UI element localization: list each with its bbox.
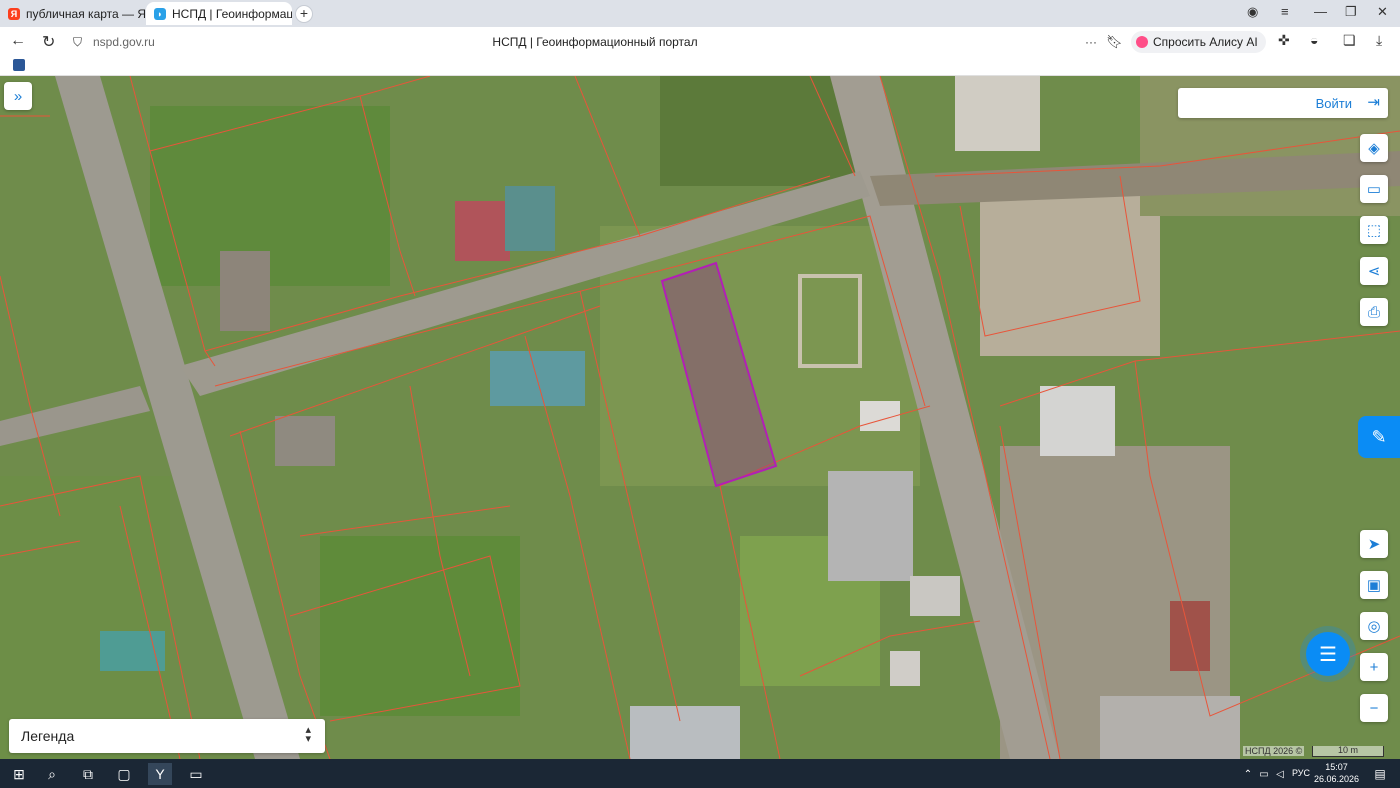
attribution: НСПД 2026 © [1243, 746, 1305, 756]
tab-label: НСПД | Геоинформационный портал [172, 6, 292, 21]
share-icon[interactable]: ⋖ [1360, 257, 1388, 285]
yandex-browser-icon[interactable]: Y [148, 763, 172, 785]
clock[interactable]: 15:07 26.06.2026 [1314, 761, 1359, 785]
zoom-in-button[interactable]: + [1360, 653, 1388, 681]
protect-icon[interactable]: ◒ [1310, 32, 1318, 48]
nspd-icon: ◗ [154, 7, 166, 20]
tab-nspd[interactable]: ◗ НСПД | Геоинформационный портал ✕ [146, 2, 292, 25]
locate-icon[interactable]: ➤ [1360, 530, 1388, 558]
zoom-out-button[interactable]: − [1360, 694, 1388, 722]
language-indicator[interactable]: РУС [1292, 768, 1310, 778]
task-view-icon[interactable]: ⧉ [76, 763, 100, 785]
ask-alisa-button[interactable]: Спросить Алису AI [1131, 31, 1266, 53]
legend-label: Легенда [21, 728, 75, 744]
collections-icon[interactable]: ❏ [1343, 32, 1356, 49]
chat-icon[interactable]: ☰ [1306, 632, 1350, 676]
date: 26.06.2026 [1314, 774, 1360, 784]
download-icon[interactable]: ⤓ [1376, 32, 1382, 49]
tab-yandex-map[interactable]: Я публичная карта — Яндекс [0, 2, 145, 25]
scale-bar: 10 m [1312, 746, 1384, 757]
expand-panel-button[interactable]: » [4, 82, 32, 110]
tab-label: публичная карта — Яндекс [26, 6, 145, 21]
extensions-icon[interactable]: ✜ [1278, 32, 1290, 49]
login-label: Войти [1315, 96, 1352, 111]
map-view[interactable]: » Войти ⇥ ◈ ▭ ⬚ ⋖ ⎙ ✎ ➤ ▣ ◎ + − ☰ Легенд… [0, 76, 1400, 759]
address-bar: ← ↻ ⛉ nspd.gov.ru НСПД | Геоинформационн… [0, 27, 1400, 57]
search-icon[interactable]: ⌕ [40, 763, 64, 785]
print-icon[interactable]: ⎙ [1360, 298, 1388, 326]
bookmarks-bar [0, 57, 1400, 76]
geo-point-icon[interactable]: ◎ [1360, 612, 1388, 640]
more-icon[interactable]: ··· [1085, 35, 1097, 49]
updown-chevron-icon: ▴ ▾ [305, 724, 311, 745]
menu-icon[interactable]: ≡ [1281, 4, 1289, 19]
taskbar: ⊞ ⌕ ⧉ ▢ Y ▭ ⌃ ▭ ◁ РУС 15:07 26.06.2026 ▤ [0, 759, 1400, 788]
profile-icon[interactable]: ◉ [1247, 4, 1258, 20]
close-window-icon[interactable]: ✕ [1377, 4, 1388, 20]
app-icon[interactable]: ▢ [112, 763, 136, 785]
notifications-icon[interactable]: ▤ [1368, 763, 1392, 785]
select-area-icon[interactable]: ⬚ [1360, 216, 1388, 244]
volume-icon[interactable]: ◁ [1268, 763, 1292, 785]
bookmark-icon[interactable]: 🔖︎ [1106, 34, 1123, 50]
ruler-icon[interactable]: ▭ [1360, 175, 1388, 203]
bookmark-word-icon[interactable] [13, 59, 25, 71]
login-icon: ⇥ [1367, 94, 1380, 111]
page-title: НСПД | Геоинформационный портал [492, 35, 698, 49]
aerial-map[interactable] [0, 76, 1400, 759]
legend-dropdown[interactable]: Легенда ▴ ▾ [9, 719, 325, 753]
login-button[interactable]: Войти ⇥ [1178, 88, 1388, 118]
tab-bar: Я публичная карта — Яндекс ◗ НСПД | Геои… [0, 0, 1400, 27]
new-tab-button[interactable]: + [295, 5, 313, 23]
time: 15:07 [1325, 762, 1348, 772]
yandex-icon: Я [8, 7, 20, 20]
restore-icon[interactable]: ❐ [1345, 4, 1357, 20]
windows-start-icon[interactable]: ⊞ [7, 763, 31, 785]
minimize-icon[interactable]: — [1314, 4, 1327, 19]
layers-icon[interactable]: ◈ [1360, 134, 1388, 162]
feedback-tab-icon[interactable]: ✎ [1358, 416, 1400, 458]
minimap-icon[interactable]: ▣ [1360, 571, 1388, 599]
file-explorer-icon[interactable]: ▭ [184, 763, 208, 785]
